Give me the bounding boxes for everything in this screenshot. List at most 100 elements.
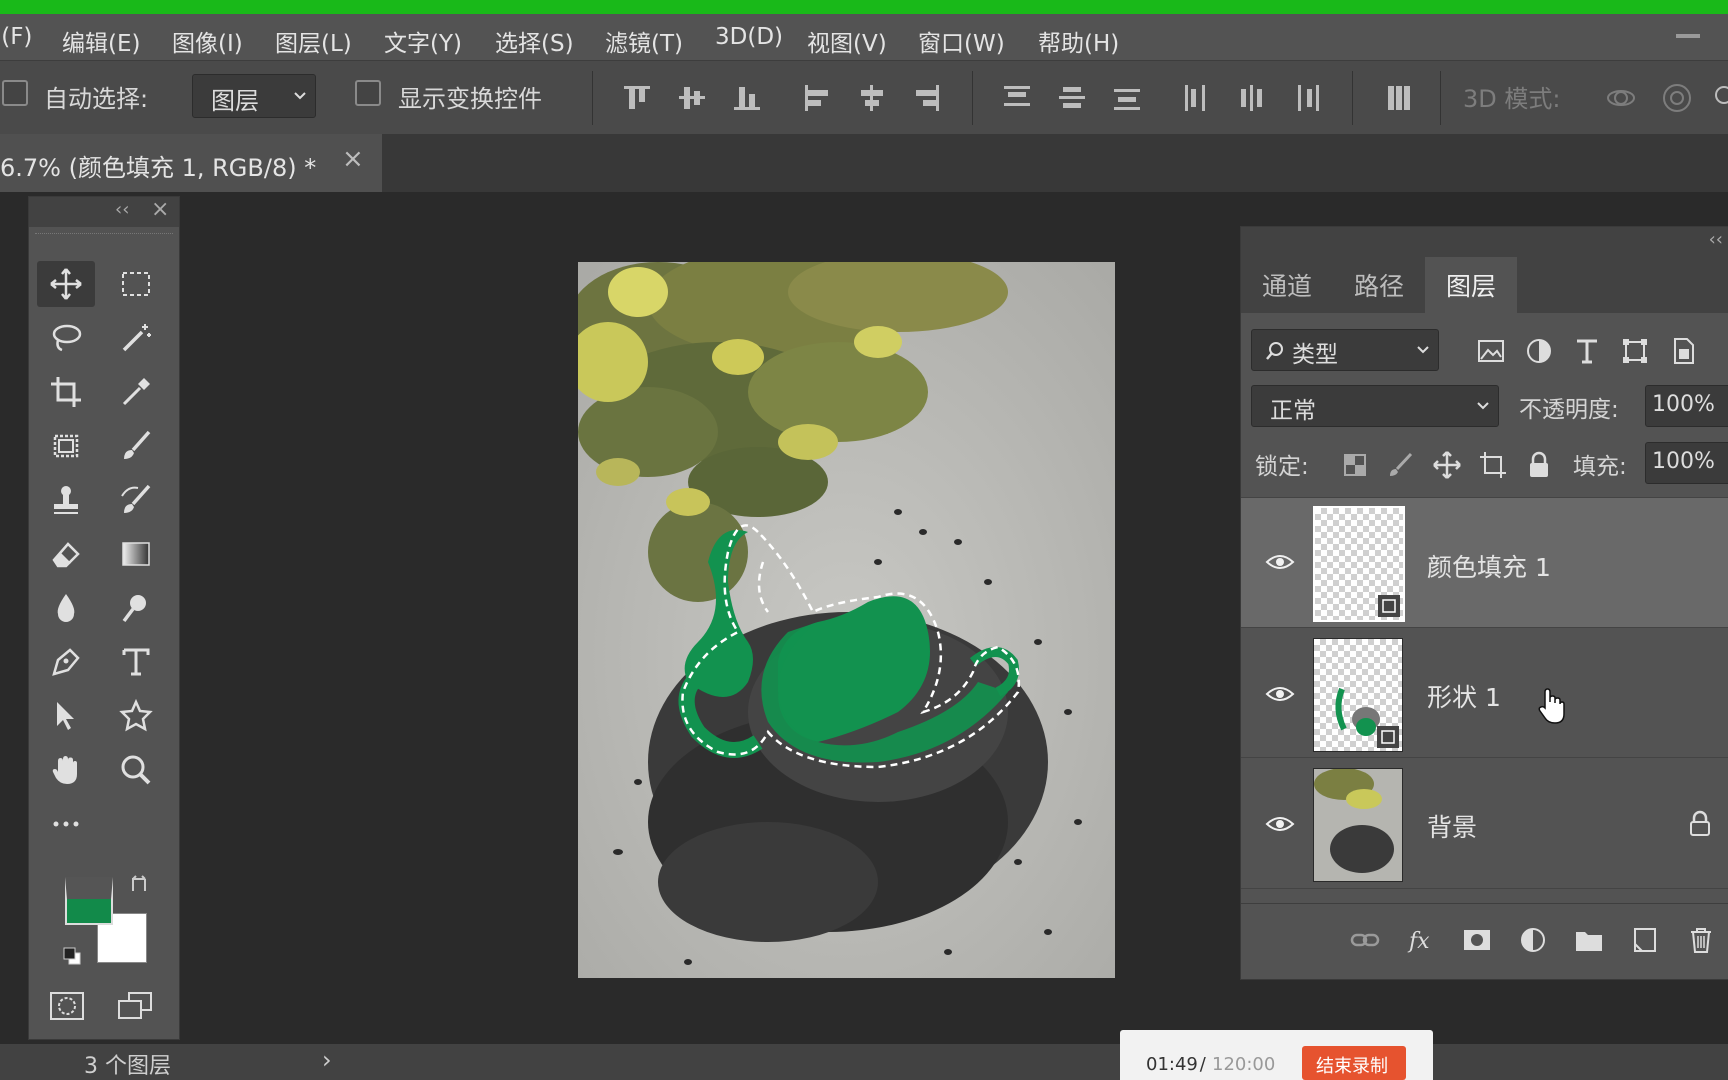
tab-channels[interactable]: 通道 [1241,257,1333,313]
align-hcenter-icon[interactable] [855,81,889,115]
visibility-eye-icon[interactable] [1265,552,1295,572]
path-selection-tool[interactable] [37,693,95,739]
menu-image[interactable]: 图像(I) [172,24,243,58]
distribute-bottom-icon[interactable] [1110,81,1144,115]
pen-tool[interactable] [37,639,95,685]
marquee-tool[interactable] [107,261,165,307]
opacity-field[interactable]: 100% [1645,385,1728,427]
3d-pan-icon[interactable] [1710,81,1728,115]
divider [1440,71,1441,125]
crop-tool[interactable] [37,369,95,415]
3d-orbit-icon[interactable] [1604,81,1638,115]
distribute-top-icon[interactable] [1000,81,1034,115]
new-adjustment-icon[interactable] [1517,924,1549,956]
visibility-eye-icon[interactable] [1265,814,1295,834]
dodge-tool[interactable] [107,585,165,631]
menu-type[interactable]: 文字(Y) [384,24,462,58]
layer-filter-dropdown[interactable]: 类型 [1251,329,1439,371]
minimize-button[interactable] [1676,34,1700,38]
frame-tool[interactable] [37,423,95,469]
status-arrow-icon[interactable]: › [322,1046,332,1074]
collapse-icon[interactable]: ‹‹ [115,199,129,220]
auto-select-checkbox[interactable] [2,80,28,106]
foreground-color-swatch[interactable] [65,877,113,925]
layer-row-background[interactable]: 背景 [1241,757,1728,889]
lock-pixels-icon[interactable] [1385,449,1417,481]
blur-tool[interactable] [37,585,95,631]
trash-icon[interactable] [1685,924,1717,956]
menu-help[interactable]: 帮助(H) [1038,24,1119,58]
more-tools[interactable] [37,801,95,847]
lock-transparent-icon[interactable] [1339,449,1371,481]
tab-paths[interactable]: 路径 [1333,257,1425,313]
distribute-spacing-icon[interactable] [1382,81,1416,115]
stamp-tool[interactable] [37,477,95,523]
divider [592,71,593,125]
new-group-folder-icon[interactable] [1573,924,1605,956]
swap-colors-icon[interactable] [129,873,151,895]
filter-smart-object-icon[interactable] [1667,335,1699,367]
layer-row-shape[interactable]: 形状 1 [1241,627,1728,758]
auto-select-dropdown[interactable]: 图层 [192,74,316,118]
align-top-icon[interactable] [620,81,654,115]
type-tool[interactable] [107,639,165,685]
distribute-hcenter-icon[interactable] [1235,81,1269,115]
menu-window[interactable]: 窗口(W) [918,24,1005,58]
document-canvas[interactable] [578,262,1115,978]
show-transform-checkbox[interactable] [355,80,381,106]
eyedropper-tool[interactable] [107,369,165,415]
history-brush-tool[interactable] [107,477,165,523]
add-mask-icon[interactable] [1461,924,1493,956]
distribute-right-icon[interactable] [1290,81,1324,115]
lock-position-icon[interactable] [1431,449,1463,481]
lock-all-icon[interactable] [1523,449,1555,481]
panel-header: ‹‹ [1241,227,1728,257]
layer-name: 背景 [1427,813,1478,842]
distribute-vcenter-icon[interactable] [1055,81,1089,115]
status-bar: 3 个图层 › [0,1044,1728,1080]
align-left-icon[interactable] [800,81,834,115]
align-right-icon[interactable] [910,81,944,115]
custom-shape-tool[interactable] [107,693,165,739]
zoom-tool[interactable] [107,747,165,793]
align-bottom-icon[interactable] [730,81,764,115]
lock-artboard-icon[interactable] [1477,449,1509,481]
menu-edit[interactable]: 编辑(E) [62,24,140,58]
filter-type-icon[interactable] [1571,335,1603,367]
menu-filter[interactable]: 滤镜(T) [605,24,683,58]
link-layers-icon[interactable] [1349,924,1381,956]
layer-row-color-fill[interactable]: 颜色填充 1 [1241,497,1728,628]
eraser-tool[interactable] [37,531,95,577]
fx-icon[interactable]: fx [1405,924,1437,956]
gradient-tool[interactable] [107,531,165,577]
quick-mask-icon[interactable] [47,989,87,1023]
align-vcenter-icon[interactable] [675,81,709,115]
blend-mode-dropdown[interactable]: 正常 [1251,385,1499,427]
stop-recording-button[interactable]: 结束录制 [1302,1046,1406,1080]
screen-mode-icon[interactable] [115,989,155,1023]
menu-file[interactable]: F(F) [0,24,32,50]
new-layer-icon[interactable] [1629,924,1661,956]
brush-tool[interactable] [107,423,165,469]
menu-layer[interactable]: 图层(L) [275,24,352,58]
filter-adjustment-icon[interactable] [1523,335,1555,367]
filter-pixel-icon[interactable] [1475,335,1507,367]
hand-tool[interactable] [37,747,95,793]
menu-select[interactable]: 选择(S) [495,24,574,58]
document-tab[interactable]: 6.7% (颜色填充 1, RGB/8) * × [0,134,382,192]
fill-field[interactable]: 100% [1645,442,1728,484]
filter-shape-icon[interactable] [1619,335,1651,367]
tab-layers[interactable]: 图层 [1425,257,1517,313]
panel-collapse-icon[interactable]: ‹‹ [1709,229,1723,250]
menu-view[interactable]: 视图(V) [807,24,887,58]
close-icon[interactable]: × [342,144,364,174]
lasso-tool[interactable] [37,315,95,361]
magic-wand-tool[interactable] [107,315,165,361]
3d-roll-icon[interactable] [1660,81,1694,115]
default-colors-icon[interactable] [61,945,83,967]
menu-3d[interactable]: 3D(D) [715,24,783,50]
distribute-left-icon[interactable] [1180,81,1214,115]
visibility-eye-icon[interactable] [1265,684,1295,704]
close-icon[interactable]: × [151,197,169,222]
move-tool[interactable] [37,261,95,307]
